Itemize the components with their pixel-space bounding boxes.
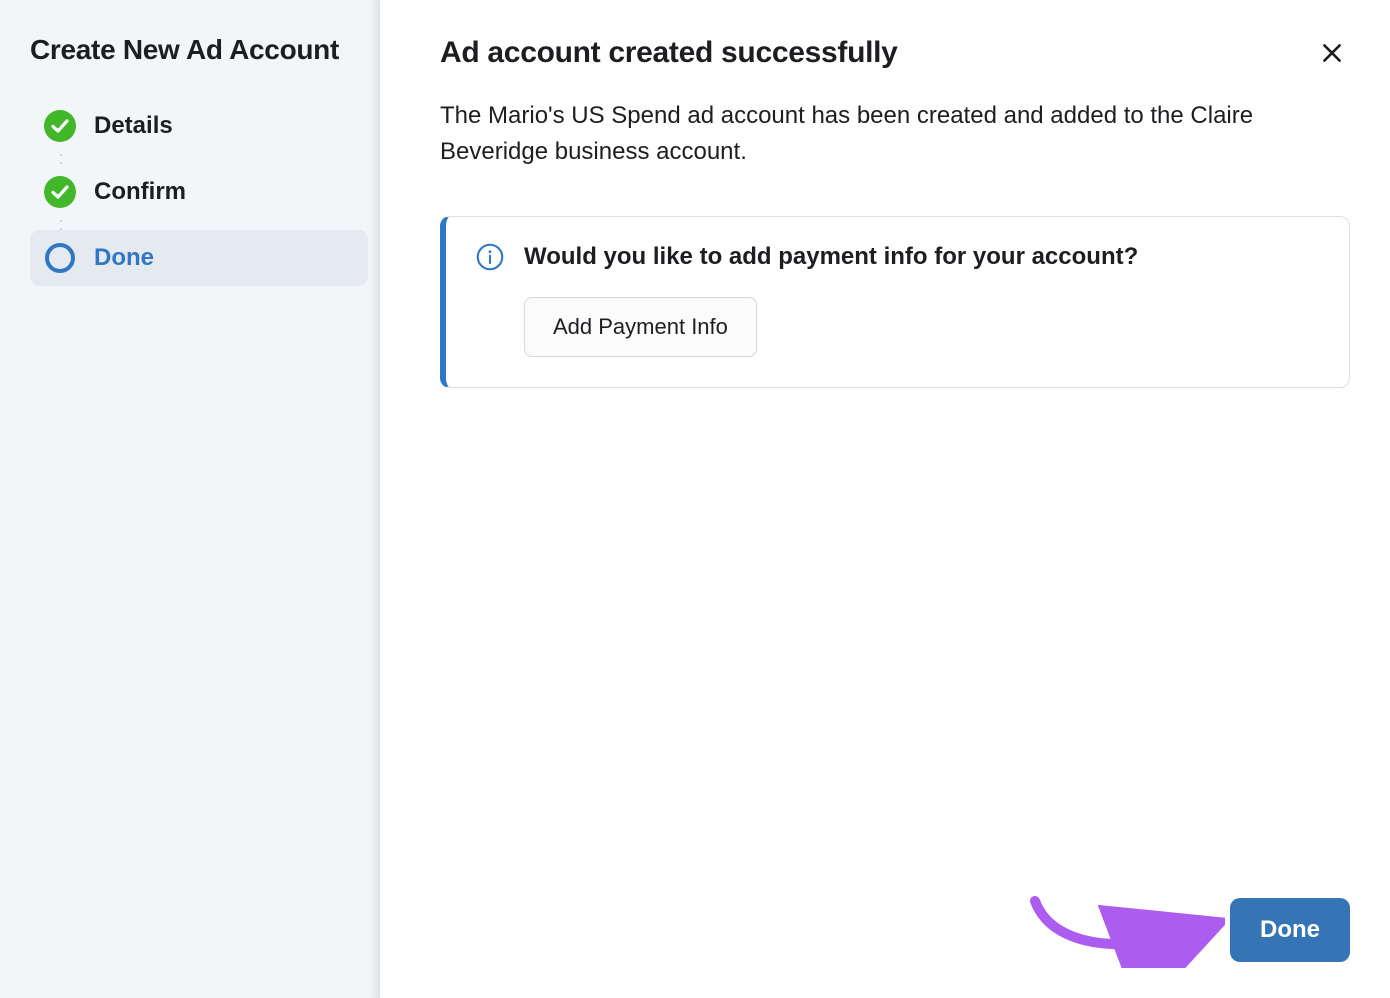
success-description: The Mario's US Spend ad account has been… — [440, 98, 1320, 170]
footer: Done — [1230, 898, 1350, 962]
close-button[interactable] — [1314, 36, 1350, 72]
payment-question: Would you like to add payment info for y… — [524, 243, 1138, 271]
payment-info-card: Would you like to add payment info for y… — [440, 216, 1350, 388]
check-circle-icon — [44, 110, 76, 142]
info-icon — [476, 243, 504, 271]
annotation-arrow-icon — [1025, 883, 1225, 968]
step-confirm[interactable]: Confirm — [30, 164, 368, 220]
sidebar: Create New Ad Account Details Confirm — [0, 0, 380, 998]
check-circle-icon — [44, 176, 76, 208]
step-label: Done — [94, 244, 154, 272]
step-done[interactable]: Done — [30, 230, 368, 286]
done-button[interactable]: Done — [1230, 898, 1350, 962]
circle-outline-icon — [44, 242, 76, 274]
main-panel: Ad account created successfully The Mari… — [380, 0, 1390, 998]
step-details[interactable]: Details — [30, 98, 368, 154]
main-header: Ad account created successfully — [440, 36, 1350, 72]
step-list: Details Confirm Done — [30, 98, 368, 286]
step-label: Confirm — [94, 178, 186, 206]
step-label: Details — [94, 112, 173, 140]
add-payment-info-button[interactable]: Add Payment Info — [524, 297, 757, 357]
sidebar-title: Create New Ad Account — [30, 32, 368, 68]
page-title: Ad account created successfully — [440, 36, 898, 70]
close-icon — [1319, 40, 1345, 69]
